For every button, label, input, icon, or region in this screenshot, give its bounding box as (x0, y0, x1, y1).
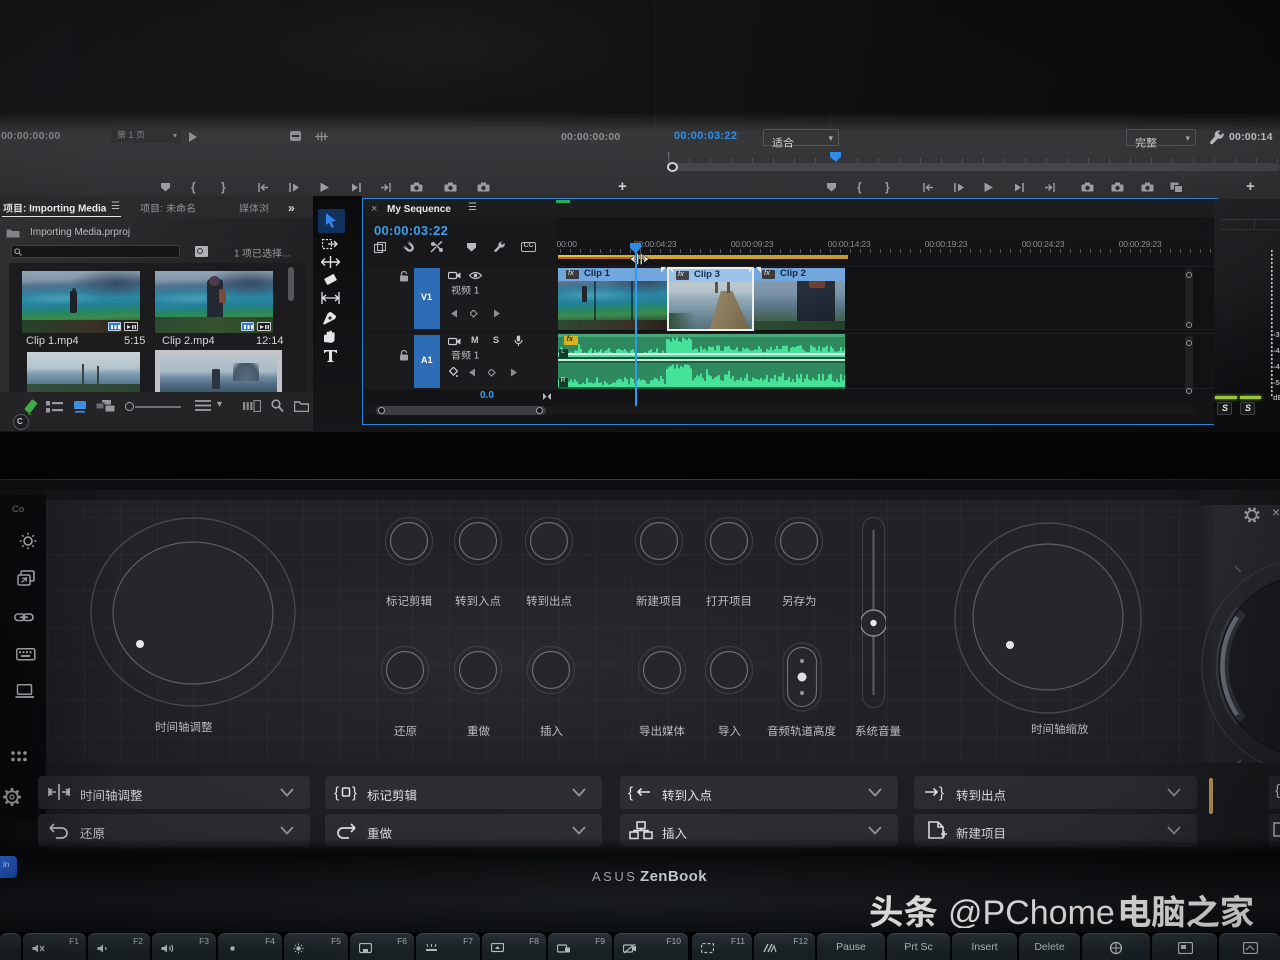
svg-text:{: { (628, 785, 633, 802)
svg-text:{: { (334, 785, 339, 802)
svg-text:}: } (939, 785, 944, 802)
svg-text:}: } (352, 785, 357, 802)
